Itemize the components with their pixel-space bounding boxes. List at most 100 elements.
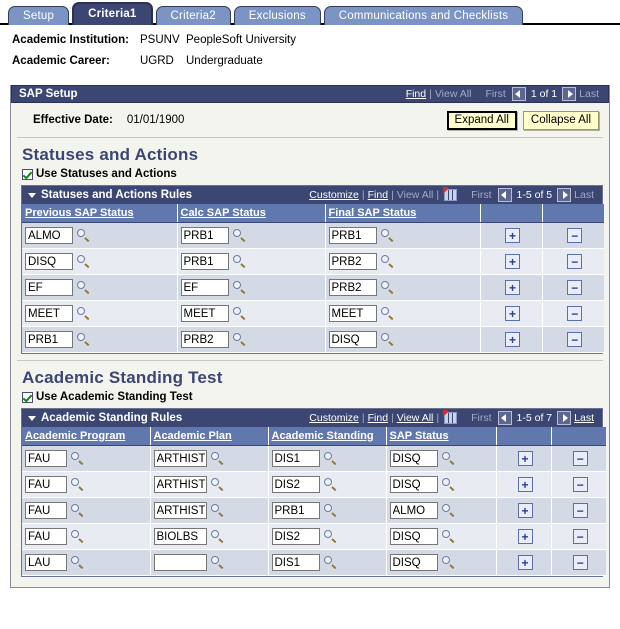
collapse-all-button[interactable]: Collapse All (522, 110, 599, 130)
sap-setup-view-all-link[interactable]: View All (435, 88, 472, 100)
delete-row-button[interactable]: − (572, 503, 588, 518)
delete-row-button[interactable]: − (567, 280, 583, 295)
academic-plan-input[interactable] (153, 554, 207, 571)
lookup-magnifier-icon[interactable] (71, 503, 85, 518)
statuses-first-label[interactable]: First (471, 189, 494, 201)
tab-setup[interactable]: Setup (8, 6, 70, 25)
standing-last-label[interactable]: Last (574, 412, 597, 424)
previous-sap-status-input[interactable] (25, 305, 73, 322)
academic-program-input[interactable] (25, 450, 67, 467)
add-row-button[interactable]: + (517, 529, 533, 544)
lookup-magnifier-icon[interactable] (323, 529, 338, 544)
academic-standing-input[interactable] (271, 502, 320, 519)
add-row-button[interactable]: + (517, 503, 533, 518)
lookup-magnifier-icon[interactable] (380, 228, 395, 243)
expand-all-button[interactable]: Expand All (446, 110, 517, 130)
sap-status-input[interactable] (389, 502, 438, 519)
lookup-magnifier-icon[interactable] (323, 555, 338, 570)
lookup-magnifier-icon[interactable] (210, 529, 225, 544)
lookup-magnifier-icon[interactable] (441, 529, 456, 544)
lookup-magnifier-icon[interactable] (71, 451, 85, 466)
add-row-button[interactable]: + (505, 280, 520, 295)
next-rows-arrow-icon[interactable] (557, 411, 572, 425)
standing-customize-link[interactable]: Customize (309, 412, 359, 424)
lookup-magnifier-icon[interactable] (380, 306, 395, 321)
calc-sap-status-input[interactable] (180, 305, 229, 322)
sap-setup-last-label[interactable]: Last (579, 88, 602, 100)
delete-row-button[interactable]: − (567, 306, 583, 321)
previous-sap-status-input[interactable] (25, 331, 73, 348)
academic-standing-input[interactable] (271, 528, 320, 545)
use-statuses-and-actions-checkbox[interactable] (22, 168, 33, 180)
lookup-magnifier-icon[interactable] (210, 503, 225, 518)
delete-row-button[interactable]: − (567, 228, 583, 243)
previous-sap-status-input[interactable] (25, 253, 73, 270)
lookup-magnifier-icon[interactable] (77, 280, 91, 295)
delete-row-button[interactable]: − (567, 254, 583, 269)
next-rows-arrow-icon[interactable] (557, 188, 572, 202)
academic-program-input[interactable] (25, 554, 67, 571)
statuses-view-all-link[interactable]: View All (397, 189, 434, 201)
add-row-button[interactable]: + (517, 555, 533, 570)
sap-setup-find-link[interactable]: Find (406, 88, 426, 100)
lookup-magnifier-icon[interactable] (380, 254, 395, 269)
academic-plan-input[interactable] (153, 502, 207, 519)
calc-sap-status-input[interactable] (180, 331, 229, 348)
lookup-magnifier-icon[interactable] (441, 477, 456, 492)
delete-row-button[interactable]: − (572, 529, 588, 544)
previous-sap-status-input[interactable] (25, 279, 73, 296)
academic-program-input[interactable] (25, 502, 67, 519)
lookup-magnifier-icon[interactable] (232, 228, 247, 243)
use-academic-standing-test-checkbox[interactable] (22, 391, 33, 403)
previous-sap-status-input[interactable] (25, 227, 73, 244)
add-row-button[interactable]: + (505, 306, 520, 321)
collapse-caret-icon[interactable] (28, 415, 36, 421)
lookup-magnifier-icon[interactable] (71, 529, 85, 544)
lookup-magnifier-icon[interactable] (77, 228, 91, 243)
add-row-button[interactable]: + (505, 332, 520, 347)
final-sap-status-input[interactable] (328, 305, 377, 322)
academic-program-input[interactable] (25, 528, 67, 545)
lookup-magnifier-icon[interactable] (323, 503, 338, 518)
lookup-magnifier-icon[interactable] (232, 254, 247, 269)
lookup-magnifier-icon[interactable] (71, 477, 85, 492)
standing-view-all-link[interactable]: View All (397, 412, 434, 424)
lookup-magnifier-icon[interactable] (210, 451, 225, 466)
lookup-magnifier-icon[interactable] (380, 280, 395, 295)
delete-row-button[interactable]: − (567, 332, 583, 347)
delete-row-button[interactable]: − (572, 477, 588, 492)
next-page-arrow-icon[interactable] (562, 87, 577, 101)
academic-plan-input[interactable] (153, 450, 207, 467)
tab-criteria1[interactable]: Criteria1 (72, 2, 153, 25)
calc-sap-status-input[interactable] (180, 279, 229, 296)
delete-row-button[interactable]: − (572, 555, 588, 570)
lookup-magnifier-icon[interactable] (77, 332, 91, 347)
add-row-button[interactable]: + (505, 228, 520, 243)
lookup-magnifier-icon[interactable] (71, 555, 85, 570)
statuses-customize-link[interactable]: Customize (309, 189, 359, 201)
add-row-button[interactable]: + (517, 477, 533, 492)
academic-program-input[interactable] (25, 476, 67, 493)
tab-communications-and-checklists[interactable]: Communications and Checklists (323, 6, 524, 25)
calc-sap-status-input[interactable] (180, 253, 229, 270)
lookup-magnifier-icon[interactable] (210, 555, 225, 570)
delete-row-button[interactable]: − (572, 451, 588, 466)
calc-sap-status-input[interactable] (180, 227, 229, 244)
download-to-spreadsheet-icon[interactable] (443, 410, 458, 424)
final-sap-status-input[interactable] (328, 253, 377, 270)
final-sap-status-input[interactable] (328, 279, 377, 296)
previous-rows-arrow-icon[interactable] (497, 188, 512, 202)
academic-plan-input[interactable] (153, 528, 207, 545)
lookup-magnifier-icon[interactable] (441, 555, 456, 570)
lookup-magnifier-icon[interactable] (232, 332, 247, 347)
statuses-find-link[interactable]: Find (368, 189, 388, 201)
previous-page-arrow-icon[interactable] (511, 87, 526, 101)
final-sap-status-input[interactable] (328, 331, 377, 348)
add-row-button[interactable]: + (505, 254, 520, 269)
lookup-magnifier-icon[interactable] (77, 306, 91, 321)
lookup-magnifier-icon[interactable] (232, 280, 247, 295)
lookup-magnifier-icon[interactable] (441, 451, 456, 466)
academic-standing-input[interactable] (271, 554, 320, 571)
academic-standing-input[interactable] (271, 476, 320, 493)
previous-rows-arrow-icon[interactable] (497, 411, 512, 425)
